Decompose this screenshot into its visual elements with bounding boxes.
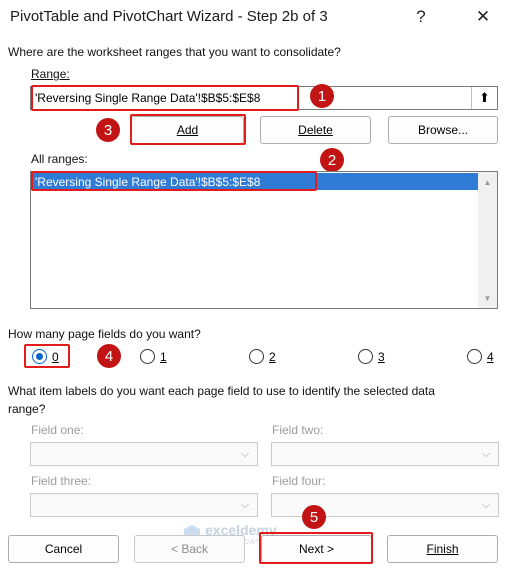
field-one-label: Field one:: [31, 423, 84, 437]
radio-button-1[interactable]: [140, 349, 155, 364]
item-labels-question: What item labels do you want each page f…: [8, 384, 435, 398]
radio-option-2[interactable]: 2: [249, 348, 289, 366]
all-ranges-list[interactable]: 'Reversing Single Range Data'!$B$5:$E$8 …: [30, 171, 498, 309]
annotation-badge-3: 3: [96, 118, 120, 142]
annotation-box-range: [31, 85, 299, 111]
close-icon[interactable]: ✕: [460, 0, 506, 34]
radio-option-3[interactable]: 3: [358, 348, 398, 366]
browse-button[interactable]: Browse...: [388, 116, 498, 144]
radio-option-1[interactable]: 1: [140, 348, 180, 366]
annotation-badge-4: 4: [97, 344, 121, 368]
chevron-down-icon: ⌵: [240, 498, 250, 511]
annotation-badge-1: 1: [310, 84, 334, 108]
help-icon[interactable]: ?: [398, 0, 444, 34]
field-one-dropdown[interactable]: ⌵: [30, 442, 258, 466]
field-three-dropdown[interactable]: ⌵: [30, 493, 258, 517]
radio-option-4[interactable]: 4: [467, 348, 507, 366]
collapse-dialog-icon[interactable]: ⬆: [471, 87, 497, 109]
chevron-down-icon: ⌵: [240, 447, 250, 460]
annotation-box-next: [259, 532, 373, 564]
radio-label-1: 1: [160, 350, 167, 364]
annotation-badge-5: 5: [302, 505, 326, 529]
window-title: PivotTable and PivotChart Wizard - Step …: [10, 8, 328, 25]
field-two-label: Field two:: [272, 423, 324, 437]
field-four-label: Field four:: [272, 474, 326, 488]
cancel-button[interactable]: Cancel: [8, 535, 119, 563]
annotation-badge-2: 2: [320, 148, 344, 172]
list-scrollbar[interactable]: ▲ ▼: [478, 172, 497, 308]
scroll-up-icon[interactable]: ▲: [478, 174, 497, 190]
radio-label-2: 2: [269, 350, 276, 364]
annotation-box-radio: [24, 344, 70, 368]
radio-button-2[interactable]: [249, 349, 264, 364]
back-button[interactable]: < Back: [134, 535, 245, 563]
field-three-label: Field three:: [31, 474, 92, 488]
chevron-down-icon: ⌵: [481, 447, 491, 460]
page-fields-question: How many page fields do you want?: [8, 327, 201, 341]
radio-label-4: 4: [487, 350, 494, 364]
finish-button[interactable]: Finish: [387, 535, 498, 563]
delete-button[interactable]: Delete: [260, 116, 371, 144]
range-label: Range:: [31, 67, 70, 81]
annotation-box-add: [130, 114, 246, 145]
scroll-down-icon[interactable]: ▼: [478, 290, 497, 306]
item-labels-question-cont: range?: [8, 402, 46, 416]
radio-label-3: 3: [378, 350, 385, 364]
field-two-dropdown[interactable]: ⌵: [271, 442, 499, 466]
radio-button-4[interactable]: [467, 349, 482, 364]
all-ranges-label: All ranges:: [31, 152, 88, 166]
consolidate-prompt: Where are the worksheet ranges that you …: [8, 45, 341, 59]
chevron-down-icon: ⌵: [481, 498, 491, 511]
annotation-box-all-ranges: [31, 171, 317, 191]
radio-button-3[interactable]: [358, 349, 373, 364]
